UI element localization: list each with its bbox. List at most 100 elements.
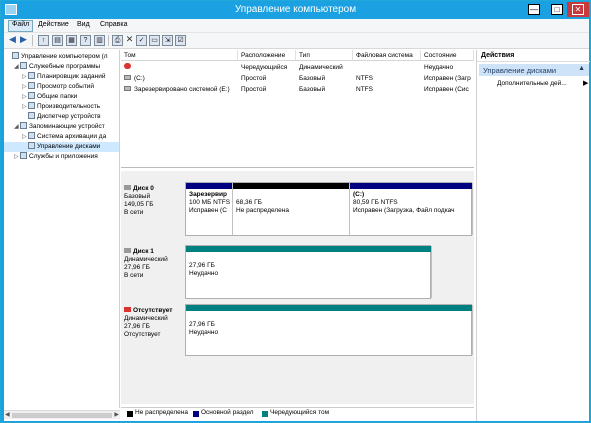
title-bar[interactable]: Управление компьютером — □ ✕ [1, 1, 590, 19]
menu-file[interactable]: Файл [8, 20, 34, 32]
disk-kind: Базовый [124, 193, 151, 200]
tree-item[interactable]: Управление компьютером (л [4, 52, 119, 62]
tree-item[interactable]: ▷ Производительность [4, 102, 119, 112]
partition-info: 27,96 ГБ Неудачно [186, 252, 431, 280]
computer-icon [12, 52, 19, 59]
disk-label[interactable]: Диск 0 Базовый 149,05 ГБ В сети [124, 185, 184, 217]
device-manager-icon [28, 112, 35, 119]
partition-info: Зарезервир 100 МБ NTFS Исправен (С [186, 189, 232, 217]
scroll-thumb[interactable] [12, 413, 112, 418]
disk-partition-area: Зарезервир 100 МБ NTFS Исправен (С 68,36 ГБ… [185, 182, 473, 236]
tree-item-label: Общие папки [37, 93, 78, 100]
tree-item-label: Просмотр событий [37, 83, 95, 90]
partition-line2: Неудачно [189, 270, 219, 277]
minimize-button[interactable]: — [523, 2, 545, 17]
col-status[interactable]: Состояние [421, 50, 474, 61]
col-type[interactable]: Тип [296, 50, 353, 61]
tree-item-label: Производительность [37, 103, 101, 110]
tree-item-label: Служебные программы [29, 63, 101, 70]
toolbar-divider [32, 35, 33, 46]
performance-icon [28, 102, 35, 109]
menu-help[interactable]: Справка [97, 21, 130, 28]
client-area: Файл Действие Вид Справка ◀ ▶ ↑ ▤ ▦ ? ▥ … [4, 19, 590, 421]
disk-label[interactable]: Диск 1 Динамический 27,96 ГБ В сети [124, 248, 184, 280]
delete-icon[interactable]: ✕ [124, 35, 135, 46]
legend-striped-label: Чередующийся том [270, 409, 330, 416]
partition-line2: Исправен (Загрузка, Файл подкач [353, 207, 455, 214]
clock-icon [28, 72, 35, 79]
tree-item[interactable]: Диспетчер устройств [4, 112, 119, 122]
partition[interactable]: 27,96 ГБ Неудачно [186, 246, 432, 298]
volume-list: Том Расположение Тип Файловая система Со… [121, 50, 474, 168]
tree-item[interactable]: ◢ Запоминающие устройст [4, 122, 119, 132]
open-folder-icon[interactable]: ▭ [149, 35, 160, 46]
scroll-right-icon[interactable]: ▶ [114, 411, 119, 418]
legend-unallocated-label: Не распределена [135, 409, 189, 416]
disk-management-icon [28, 142, 35, 149]
cell-fs [353, 62, 421, 73]
submenu-arrow-icon[interactable]: ▶ [583, 79, 588, 87]
tree-item[interactable]: ▷ Службы и приложения [4, 152, 119, 162]
disk-kind: Динамический [124, 256, 168, 263]
disk-size: 27,96 ГБ [124, 264, 150, 271]
cell-status: Исправен (Сис [424, 86, 469, 93]
col-layout[interactable]: Расположение [238, 50, 296, 61]
table-row[interactable]: (C:) Простой Базовый NTFS Исправен (Загр [121, 73, 474, 84]
console-tree-icon[interactable]: ▤ [52, 35, 63, 46]
properties-icon[interactable]: ▦ [66, 35, 77, 46]
disk-icon [124, 248, 131, 253]
cell-layout: Простой [241, 75, 267, 82]
more-actions-item[interactable]: Дополнительные дей... [497, 80, 567, 87]
tree-item[interactable]: ▷ Общие папки [4, 92, 119, 102]
table-row[interactable]: Зарезервировано системой (E:) Простой Базо… [121, 84, 474, 95]
cell-type: Базовый [299, 86, 326, 93]
missing-disk-icon [124, 63, 131, 69]
check-disk-icon[interactable]: ✓ [136, 35, 147, 46]
partition-info: 68,36 ГБ Не распределена [233, 189, 349, 217]
toolbar-divider [108, 35, 109, 46]
cell-layout: Чередующийся [241, 64, 288, 71]
scroll-left-icon[interactable]: ◀ [5, 411, 10, 418]
console-tree[interactable]: Управление компьютером (л ◢ Служебные прог… [4, 50, 120, 408]
partition[interactable]: 27,96 ГБ Неудачно [186, 305, 473, 355]
storage-icon [20, 122, 27, 129]
tree-item[interactable]: ▷ Система архивации да [4, 132, 119, 142]
services-icon [20, 152, 27, 159]
menu-view[interactable]: Вид [74, 21, 93, 28]
disk-size: 27,96 ГБ [124, 323, 150, 330]
collapse-up-icon[interactable]: ▲ [578, 65, 585, 72]
actions-section-disk-management[interactable]: Управление дисками ▲ [479, 64, 589, 76]
tree-item[interactable]: ▷ Просмотр событий [4, 82, 119, 92]
tree-item-label: Службы и приложения [29, 153, 98, 160]
col-filesystem[interactable]: Файловая система [353, 50, 421, 61]
partition-info: (C:) 80,59 ГБ NTFS Исправен (Загрузка, Фай… [350, 189, 472, 217]
col-volume[interactable]: Том [121, 50, 238, 61]
connect-icon[interactable]: ⎙ [112, 35, 123, 46]
close-button[interactable]: ✕ [567, 2, 589, 17]
partition[interactable]: Зарезервир 100 МБ NTFS Исправен (С [186, 183, 233, 235]
tree-item[interactable]: ◢ Служебные программы [4, 62, 119, 72]
up-folder-icon[interactable]: ↑ [38, 35, 49, 46]
partition[interactable]: (C:) 80,59 ГБ NTFS Исправен (Загрузка, Фай… [350, 183, 473, 235]
view-icon[interactable]: ▥ [94, 35, 105, 46]
volume-name-cell [121, 62, 238, 73]
table-row[interactable]: Чередующийся Динамический Неудачно [121, 62, 474, 73]
disk-state: В сети [124, 272, 144, 279]
menu-action[interactable]: Действие [35, 21, 72, 28]
maximize-button[interactable]: □ [546, 2, 568, 17]
export-icon[interactable]: ⇲ [162, 35, 173, 46]
legend-primary-label: Основной раздел [201, 409, 254, 416]
actions-pane: Действия Управление дисками ▲ Дополнител… [476, 50, 590, 421]
tree-item[interactable]: Управление дисками [4, 142, 119, 152]
legend-unallocated-swatch [127, 411, 133, 417]
disk-label[interactable]: Отсутствует Динамический 27,96 ГБ Отсутству… [124, 307, 184, 339]
partition-title: (C:) [353, 191, 365, 198]
forward-arrow-icon[interactable]: ▶ [18, 35, 29, 46]
help-icon[interactable]: ? [80, 35, 91, 46]
missing-disk-icon [124, 307, 131, 312]
partition[interactable]: 68,36 ГБ Не распределена [233, 183, 350, 235]
tree-horizontal-scrollbar[interactable]: ◀ ▶ [4, 410, 120, 419]
tree-item[interactable]: ▷ Планировщик заданий [4, 72, 119, 82]
back-arrow-icon[interactable]: ◀ [7, 35, 18, 46]
settings-icon[interactable]: ☑ [175, 35, 186, 46]
